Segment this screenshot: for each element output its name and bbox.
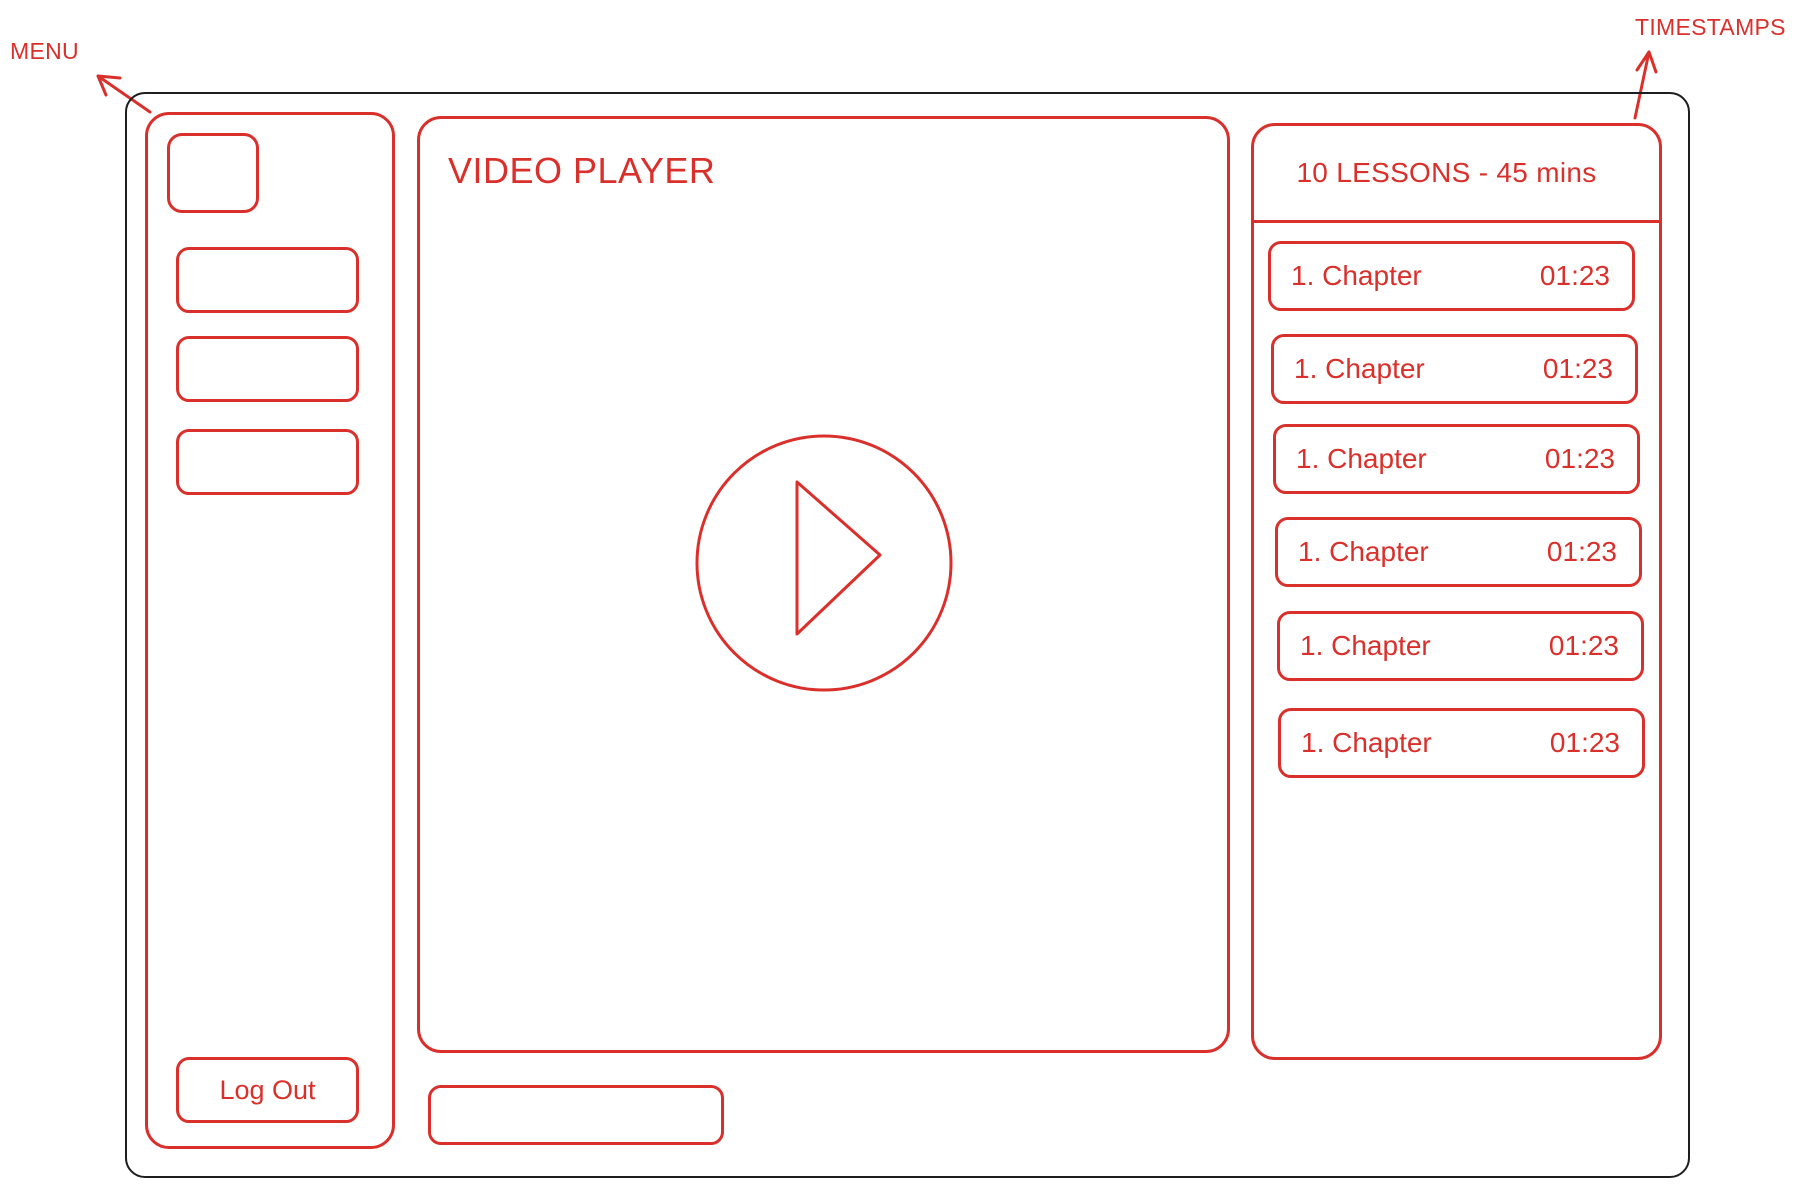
menu-item-2[interactable] xyxy=(176,336,359,402)
chapter-item[interactable]: 1. Chapter 01:23 xyxy=(1275,517,1642,587)
timestamps-annotation-label: TIMESTAMPS xyxy=(1635,14,1786,40)
chapter-item[interactable]: 1. Chapter 01:23 xyxy=(1278,708,1645,778)
lessons-summary-header: 10 LESSONS - 45 mins xyxy=(1296,157,1597,188)
chapter-time: 01:23 xyxy=(1546,536,1617,567)
chapter-item[interactable]: 1. Chapter 01:23 xyxy=(1277,611,1644,681)
logout-button[interactable]: Log Out xyxy=(176,1057,359,1123)
chapter-time: 01:23 xyxy=(1542,353,1613,384)
chapter-time: 01:23 xyxy=(1544,443,1615,474)
menu-item-1[interactable] xyxy=(176,247,359,313)
chapter-time: 01:23 xyxy=(1539,260,1610,291)
play-icon[interactable] xyxy=(693,432,955,694)
timestamps-divider xyxy=(1254,220,1659,223)
chapter-title: 1. Chapter xyxy=(1298,536,1429,567)
chapter-title: 1. Chapter xyxy=(1300,630,1431,661)
chapter-item[interactable]: 1. Chapter 01:23 xyxy=(1271,334,1638,404)
video-progress-bar[interactable] xyxy=(428,1085,724,1145)
menu-annotation-label: MENU xyxy=(10,38,79,64)
chapter-title: 1. Chapter xyxy=(1301,727,1432,758)
chapter-time: 01:23 xyxy=(1549,727,1620,758)
chapter-item[interactable]: 1. Chapter 01:23 xyxy=(1268,241,1635,311)
chapter-title: 1. Chapter xyxy=(1294,353,1425,384)
video-player-title: VIDEO PLAYER xyxy=(448,150,716,191)
menu-item-3[interactable] xyxy=(176,429,359,495)
chapter-title: 1. Chapter xyxy=(1296,443,1427,474)
chapter-title: 1. Chapter xyxy=(1291,260,1422,291)
chapter-time: 01:23 xyxy=(1548,630,1619,661)
chapter-item[interactable]: 1. Chapter 01:23 xyxy=(1273,424,1640,494)
logo-placeholder[interactable] xyxy=(167,133,259,213)
